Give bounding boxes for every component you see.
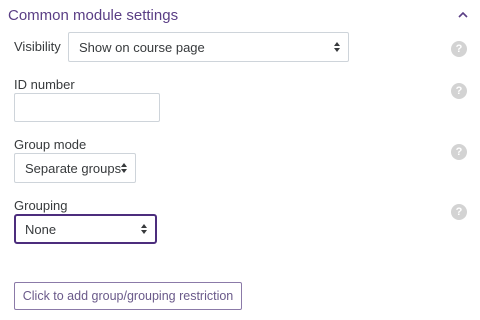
collapse-toggle[interactable] bbox=[456, 8, 470, 22]
id-number-help-icon[interactable]: ? bbox=[451, 83, 467, 99]
grouping-label: Grouping bbox=[14, 198, 68, 213]
add-group-restriction-button[interactable]: Click to add group/grouping restriction bbox=[14, 282, 242, 310]
select-caret-icon bbox=[121, 163, 127, 173]
grouping-help-icon[interactable]: ? bbox=[451, 204, 467, 220]
visibility-selected-value: Show on course page bbox=[79, 39, 205, 55]
group-mode-select[interactable]: Separate groups bbox=[14, 153, 136, 183]
group-mode-selected-value: Separate groups bbox=[25, 160, 122, 176]
grouping-selected-value: None bbox=[25, 221, 57, 237]
chevron-up-icon bbox=[458, 12, 468, 18]
visibility-select[interactable]: Show on course page bbox=[68, 32, 349, 62]
select-caret-icon bbox=[141, 224, 147, 234]
group-mode-help-icon[interactable]: ? bbox=[451, 144, 467, 160]
id-number-input[interactable] bbox=[14, 93, 160, 122]
visibility-label: Visibility bbox=[14, 39, 61, 54]
id-number-label: ID number bbox=[14, 77, 75, 92]
section-title: Common module settings bbox=[8, 7, 179, 24]
select-caret-icon bbox=[334, 42, 340, 52]
grouping-select[interactable]: None bbox=[14, 214, 157, 244]
visibility-help-icon[interactable]: ? bbox=[451, 41, 467, 57]
section-header: Common module settings bbox=[8, 6, 476, 28]
group-mode-label: Group mode bbox=[14, 137, 87, 152]
